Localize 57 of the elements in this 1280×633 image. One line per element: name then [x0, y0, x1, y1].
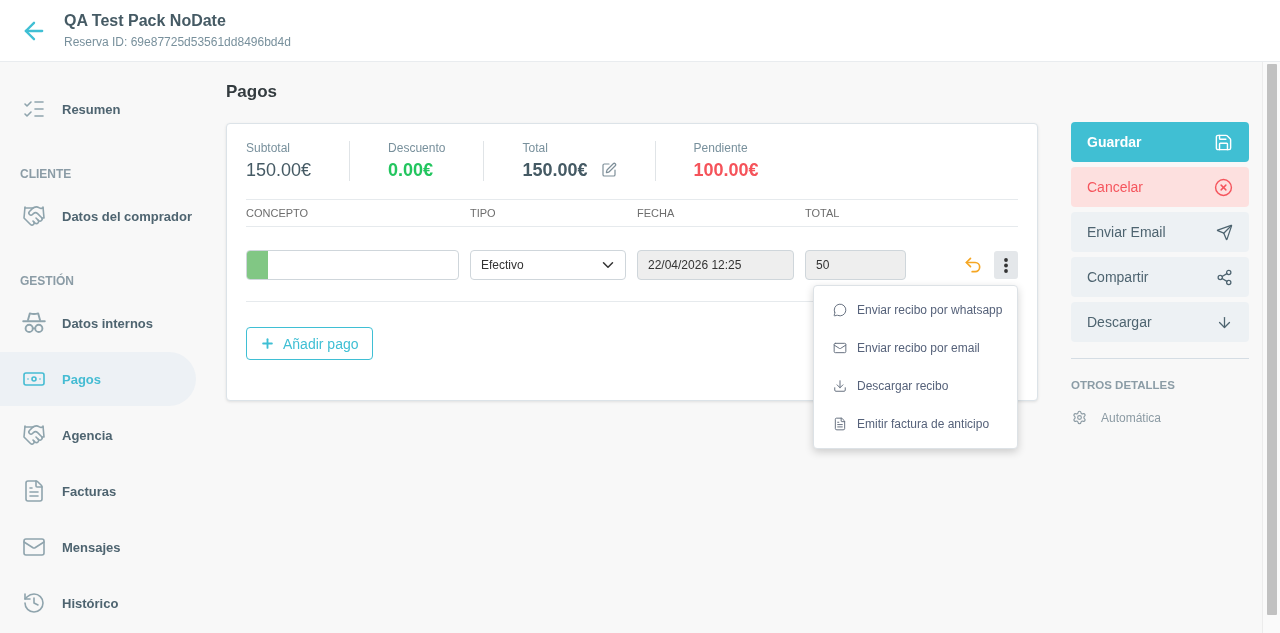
- summary-label: Pendiente: [693, 141, 749, 155]
- sidebar-item[interactable]: Datos del comprador: [0, 189, 196, 243]
- date-input[interactable]: 22/04/2026 12:25: [637, 250, 794, 280]
- page-title: Pagos: [226, 82, 279, 102]
- column-header: FECHA: [637, 207, 676, 219]
- summary-value: 150.00€: [522, 159, 588, 181]
- envelope-icon: [22, 535, 46, 559]
- handshake-icon: [22, 423, 46, 447]
- column-header: TIPO: [470, 207, 497, 219]
- share-icon: [1216, 268, 1233, 286]
- booking-title: QA Test Pack NoDate: [64, 11, 227, 31]
- summary-value: 150.00€: [246, 159, 312, 181]
- sidebar-item[interactable]: Resumen: [0, 82, 196, 136]
- envelope-icon: [833, 341, 847, 355]
- action-button[interactable]: Compartir: [1071, 257, 1249, 297]
- undo-icon[interactable]: [963, 255, 983, 275]
- column-header: TOTAL: [805, 207, 841, 219]
- plus-icon: [260, 336, 275, 351]
- sidebar-item[interactable]: Histórico: [0, 576, 196, 630]
- section-heading: OTROS DETALLES: [1071, 378, 1176, 392]
- handshake-icon: [22, 204, 46, 228]
- type-select[interactable]: Efectivo: [470, 250, 626, 280]
- history-icon: [22, 591, 46, 615]
- document-icon: [833, 417, 847, 431]
- summary-value: 0.00€: [388, 159, 434, 181]
- action-button[interactable]: Descargar: [1071, 302, 1249, 342]
- download-icon: [833, 379, 847, 393]
- settings-icon: [1072, 410, 1087, 425]
- edit-icon[interactable]: [600, 162, 617, 178]
- sidebar-item[interactable]: Mensajes: [0, 520, 196, 574]
- summary-label: Descuento: [388, 141, 446, 155]
- sidebar-item[interactable]: Facturas: [0, 464, 196, 518]
- paper-plane-icon: [1216, 223, 1233, 241]
- document-icon: [22, 479, 46, 503]
- close-circle-icon: [1214, 177, 1233, 197]
- hat-glasses-icon: [22, 311, 46, 335]
- summary-label: Total: [522, 141, 549, 155]
- section-heading: CLIENTE: [19, 166, 73, 183]
- scrollbar-thumb[interactable]: [1267, 64, 1277, 615]
- summary-label: Subtotal: [246, 141, 292, 155]
- menu-item[interactable]: Enviar recibo por whatsapp: [814, 291, 1017, 329]
- column-header: CONCEPTO: [246, 207, 310, 219]
- menu-item[interactable]: Enviar recibo por email: [814, 329, 1017, 367]
- section-heading: GESTIÓN: [19, 272, 75, 290]
- action-button[interactable]: Enviar Email: [1071, 212, 1249, 252]
- sidebar-item[interactable]: Agencia: [0, 408, 196, 462]
- menu-item[interactable]: Emitir factura de anticipo: [814, 405, 1017, 443]
- menu-item[interactable]: Descargar recibo: [814, 367, 1017, 405]
- amount-input[interactable]: 50: [805, 250, 906, 280]
- sidebar-item[interactable]: Datos internos: [0, 296, 196, 350]
- vertical-dots-icon: [1004, 257, 1008, 273]
- chat-bubble-icon: [833, 303, 847, 317]
- booking-id: Reserva ID: 69e87725d53561dd8496bd4d: [64, 34, 291, 50]
- more-options-button[interactable]: [994, 251, 1018, 279]
- detail-text: Automática: [1101, 410, 1162, 425]
- summary-value: 100.00€: [693, 159, 759, 181]
- concept-input[interactable]: [246, 250, 459, 280]
